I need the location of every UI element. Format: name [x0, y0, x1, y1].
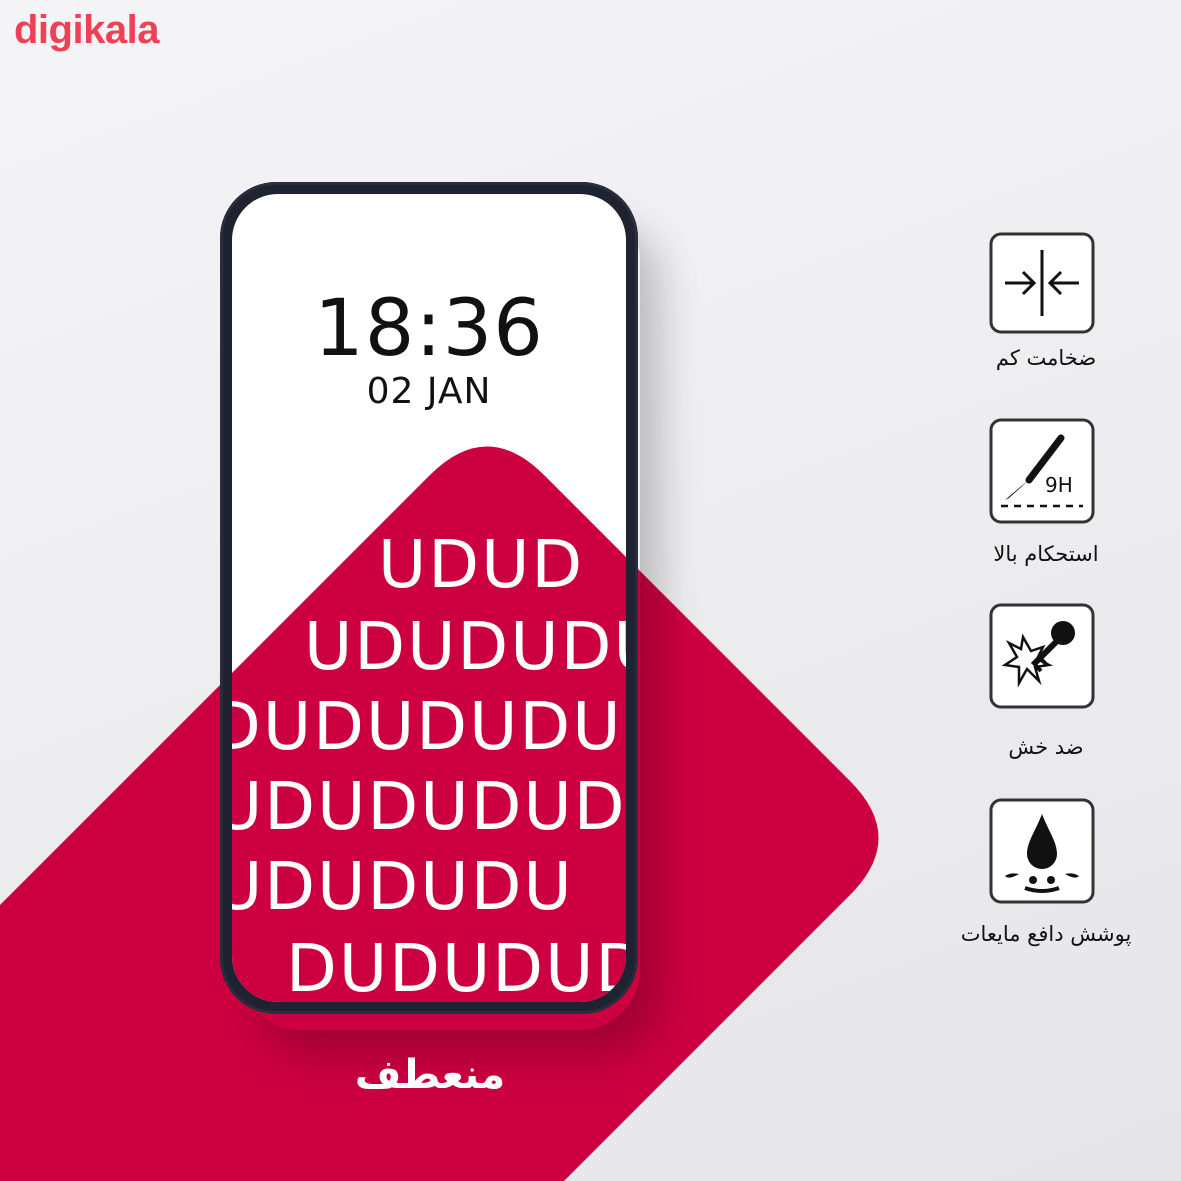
pattern-line: UDUDUDU: [304, 608, 626, 685]
ud-pattern: UDUD UDUDUDU DUDUDUDUD UDUDUDUD UDUDUDU …: [232, 194, 626, 1002]
pattern-line: UDUDUDU: [232, 848, 574, 925]
hardness-9h-scalpel-icon: 9H: [989, 418, 1095, 524]
pattern-line: UDUD: [378, 526, 585, 603]
flexible-label: منعطف: [354, 1052, 506, 1098]
thin-thickness-arrows-icon: [989, 232, 1095, 334]
feature-label-thin: ضخامت کم: [995, 346, 1097, 370]
digikala-logo: digikala: [14, 8, 159, 52]
svg-text:9H: 9H: [1045, 473, 1073, 497]
pattern-line: DUDUDUDUD: [232, 688, 626, 765]
feature-label-water: پوشش دافع مایعات: [960, 922, 1132, 946]
pattern-line: UDUDUDUD: [232, 768, 626, 845]
phone-screen: 18:36 02 JAN UDUD UDUDUDU DUDUDUDUD UDUD…: [232, 194, 626, 1002]
pattern-line: DUDUDUD: [286, 930, 626, 1002]
feature-label-hardness: استحکام بالا: [993, 542, 1099, 566]
scratch-resistant-key-icon: [989, 603, 1095, 709]
water-drop-repellent-icon: [989, 798, 1095, 904]
feature-label-scratch: ضد خش: [1008, 735, 1084, 759]
